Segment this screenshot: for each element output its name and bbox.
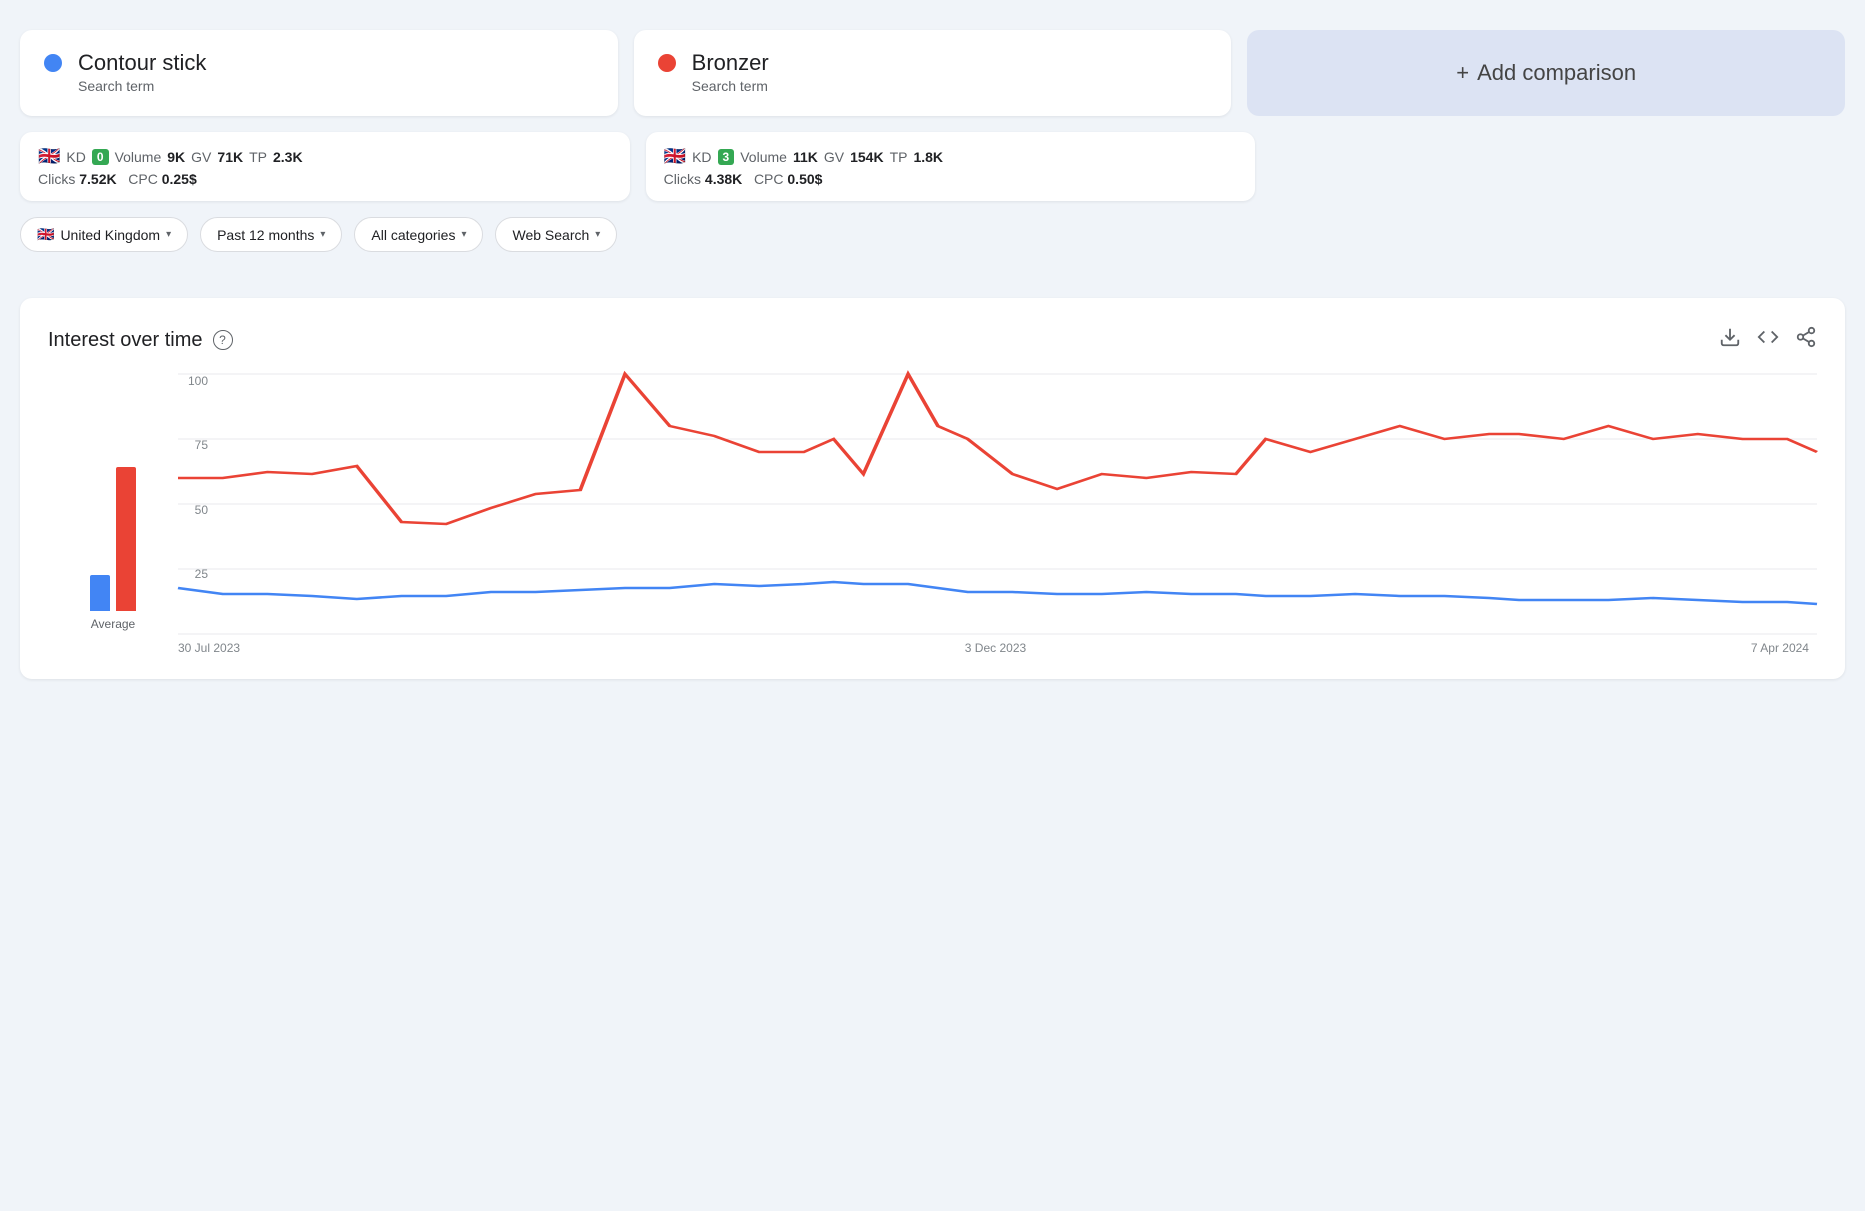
contour-stick-metrics-line2: Clicks 7.52K CPC 0.25$ bbox=[38, 171, 612, 187]
add-comparison-card[interactable]: + Add comparison bbox=[1247, 30, 1845, 116]
contour-stick-card: Contour stick Search term bbox=[20, 30, 618, 116]
categories-filter[interactable]: All categories ▾ bbox=[354, 217, 483, 252]
bronzer-metrics: 🇬🇧 KD 3 Volume 11K GV 154K TP 1.8K Click… bbox=[646, 132, 1256, 201]
metrics-row: 🇬🇧 KD 0 Volume 9K GV 71K TP 2.3K Clicks … bbox=[20, 132, 1845, 201]
bar-average-label: Average bbox=[91, 617, 135, 631]
tp-label-1: TP bbox=[249, 149, 267, 165]
bronzer-cpc: 0.50$ bbox=[787, 171, 822, 187]
region-filter-label: United Kingdom bbox=[60, 227, 160, 243]
bronzer-kd-badge: 3 bbox=[718, 149, 735, 165]
contour-stick-info: Contour stick Search term bbox=[78, 50, 206, 96]
search-type-chevron-icon: ▾ bbox=[595, 229, 600, 240]
bronzer-metrics-line1: 🇬🇧 KD 3 Volume 11K GV 154K TP 1.8K bbox=[664, 146, 1238, 167]
bronzer-volume: 11K bbox=[793, 149, 818, 165]
period-filter[interactable]: Past 12 months ▾ bbox=[200, 217, 342, 252]
chart-area: Average 100 75 50 25 bbox=[48, 374, 1817, 655]
search-type-filter[interactable]: Web Search ▾ bbox=[495, 217, 617, 252]
bronzer-name: Bronzer bbox=[692, 50, 769, 76]
filters-row: 🇬🇧 United Kingdom ▾ Past 12 months ▾ All… bbox=[20, 217, 1845, 252]
bronzer-dot bbox=[658, 54, 676, 72]
bronzer-tp: 1.8K bbox=[913, 149, 943, 165]
chart-title-text: Interest over time bbox=[48, 329, 203, 352]
chart-section: Interest over time ? bbox=[20, 298, 1845, 679]
period-chevron-icon: ▾ bbox=[320, 229, 325, 240]
bar-blue bbox=[90, 575, 110, 611]
download-button[interactable] bbox=[1719, 326, 1741, 354]
share-icon bbox=[1795, 326, 1817, 348]
gv-label-1: GV bbox=[191, 149, 211, 165]
cpc-label-2: CPC bbox=[754, 171, 784, 187]
contour-stick-metrics-line1: 🇬🇧 KD 0 Volume 9K GV 71K TP 2.3K bbox=[38, 146, 612, 167]
volume-label-2: Volume bbox=[740, 149, 787, 165]
embed-button[interactable] bbox=[1757, 326, 1779, 354]
bars-container bbox=[90, 411, 136, 611]
x-label-jul: 30 Jul 2023 bbox=[178, 641, 240, 655]
cpc-label-1: CPC bbox=[128, 171, 158, 187]
line-chart-wrapper: 100 75 50 25 bbox=[178, 374, 1817, 655]
embed-icon bbox=[1757, 326, 1779, 348]
contour-stick-gv: 71K bbox=[217, 149, 243, 165]
contour-stick-line bbox=[178, 582, 1817, 604]
contour-stick-flag: 🇬🇧 bbox=[38, 146, 60, 167]
contour-stick-dot bbox=[44, 54, 62, 72]
chart-header: Interest over time ? bbox=[48, 326, 1817, 354]
bronzer-metrics-line2: Clicks 4.38K CPC 0.50$ bbox=[664, 171, 1238, 187]
share-button[interactable] bbox=[1795, 326, 1817, 354]
volume-label-1: Volume bbox=[115, 149, 162, 165]
empty-third-col bbox=[1271, 132, 1845, 201]
line-chart-svg bbox=[178, 374, 1817, 634]
add-comparison-label: Add comparison bbox=[1477, 60, 1636, 86]
clicks-label-1: Clicks bbox=[38, 171, 75, 187]
chart-title-area: Interest over time ? bbox=[48, 329, 233, 352]
contour-stick-kd-badge: 0 bbox=[92, 149, 109, 165]
gv-label-2: GV bbox=[824, 149, 844, 165]
chart-actions bbox=[1719, 326, 1817, 354]
clicks-label-2: Clicks bbox=[664, 171, 701, 187]
categories-filter-label: All categories bbox=[371, 227, 455, 243]
bronzer-clicks: 4.38K bbox=[705, 171, 742, 187]
svg-container: 30 Jul 2023 3 Dec 2023 7 Apr 2024 bbox=[178, 374, 1817, 655]
region-flag-filter: 🇬🇧 bbox=[37, 226, 54, 243]
search-terms-row: Contour stick Search term Bronzer Search… bbox=[20, 30, 1845, 116]
top-section: Contour stick Search term Bronzer Search… bbox=[20, 20, 1845, 282]
kd-label-2: KD bbox=[692, 149, 711, 165]
x-axis: 30 Jul 2023 3 Dec 2023 7 Apr 2024 bbox=[178, 641, 1817, 655]
tp-label-2: TP bbox=[890, 149, 908, 165]
contour-stick-clicks: 7.52K bbox=[79, 171, 116, 187]
bronzer-gv: 154K bbox=[850, 149, 883, 165]
help-icon[interactable]: ? bbox=[213, 330, 233, 350]
bar-chart-area: Average bbox=[48, 374, 178, 655]
contour-stick-cpc: 0.25$ bbox=[162, 171, 197, 187]
search-type-filter-label: Web Search bbox=[512, 227, 589, 243]
contour-stick-name: Contour stick bbox=[78, 50, 206, 76]
add-comparison-plus: + bbox=[1456, 60, 1469, 86]
bronzer-type: Search term bbox=[692, 78, 768, 94]
categories-chevron-icon: ▾ bbox=[461, 229, 466, 240]
bronzer-flag: 🇬🇧 bbox=[664, 146, 686, 167]
contour-stick-type: Search term bbox=[78, 78, 154, 94]
bronzer-info: Bronzer Search term bbox=[692, 50, 769, 96]
kd-label-1: KD bbox=[66, 149, 85, 165]
contour-stick-metrics: 🇬🇧 KD 0 Volume 9K GV 71K TP 2.3K Clicks … bbox=[20, 132, 630, 201]
bar-red bbox=[116, 467, 136, 611]
x-label-dec: 3 Dec 2023 bbox=[965, 641, 1026, 655]
region-chevron-icon: ▾ bbox=[166, 229, 171, 240]
contour-stick-volume: 9K bbox=[167, 149, 185, 165]
download-icon bbox=[1719, 326, 1741, 348]
period-filter-label: Past 12 months bbox=[217, 227, 314, 243]
region-filter[interactable]: 🇬🇧 United Kingdom ▾ bbox=[20, 217, 188, 252]
x-label-apr: 7 Apr 2024 bbox=[1751, 641, 1809, 655]
bronzer-card: Bronzer Search term bbox=[634, 30, 1232, 116]
bronzer-line bbox=[178, 374, 1817, 524]
contour-stick-tp: 2.3K bbox=[273, 149, 303, 165]
